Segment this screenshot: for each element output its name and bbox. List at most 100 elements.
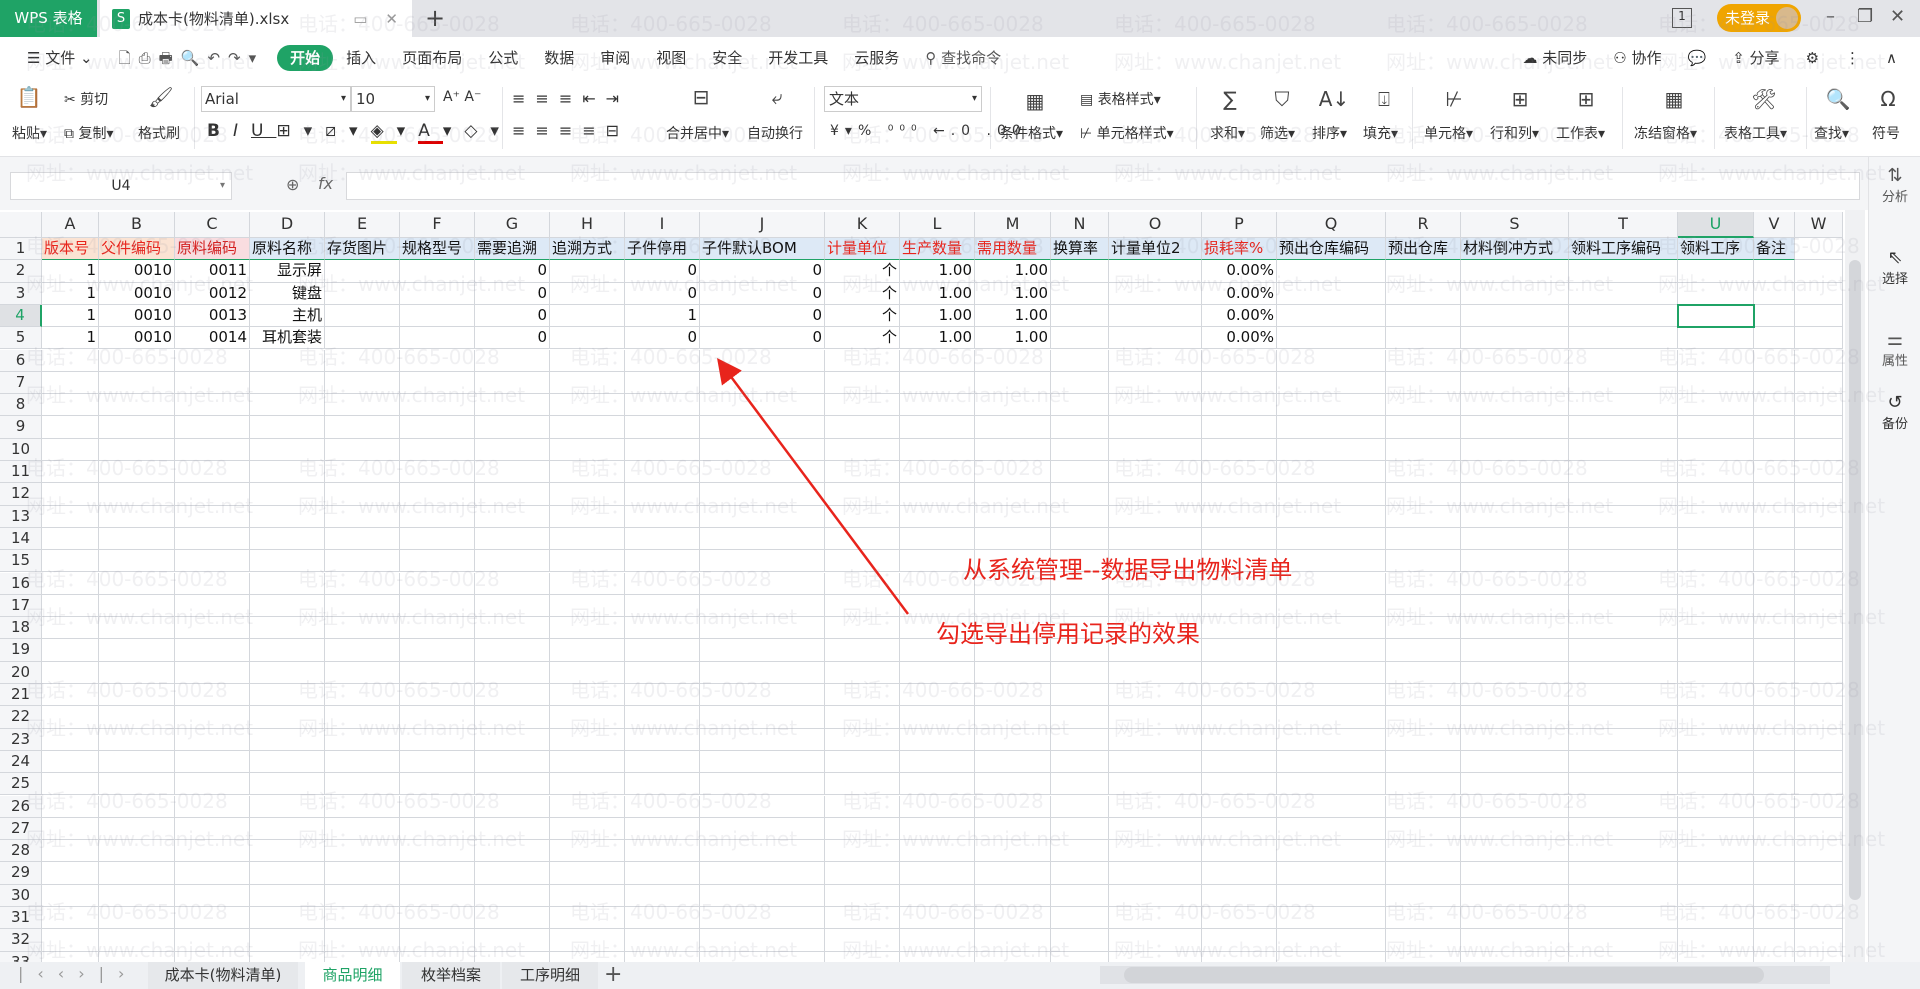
table-cell[interactable]: 1 — [42, 282, 99, 305]
row-header[interactable]: 33 — [0, 951, 42, 962]
empty-cell[interactable] — [475, 907, 550, 930]
empty-cell[interactable] — [550, 483, 625, 506]
empty-cell[interactable] — [900, 661, 975, 684]
column-header[interactable]: I — [625, 212, 700, 238]
empty-cell[interactable] — [900, 795, 975, 818]
table-cell[interactable]: 0.00% — [1202, 304, 1277, 328]
empty-cell[interactable] — [1754, 394, 1795, 417]
empty-cell[interactable] — [825, 773, 900, 796]
empty-cell[interactable] — [1678, 728, 1754, 751]
empty-cell[interactable] — [1109, 817, 1202, 841]
empty-cell[interactable] — [1795, 684, 1843, 707]
empty-cell[interactable] — [1277, 728, 1386, 751]
empty-cell[interactable] — [700, 438, 825, 461]
empty-cell[interactable] — [1795, 750, 1843, 774]
row-col-button[interactable]: 行和列▾ — [1490, 123, 1539, 143]
empty-cell[interactable] — [250, 862, 325, 885]
empty-cell[interactable] — [1051, 706, 1109, 729]
empty-cell[interactable] — [250, 371, 325, 395]
empty-cell[interactable] — [1051, 438, 1109, 461]
empty-cell[interactable] — [825, 617, 900, 640]
empty-cell[interactable] — [1754, 572, 1795, 595]
table-cell[interactable] — [1678, 260, 1754, 283]
empty-cell[interactable] — [475, 639, 550, 662]
header-cell[interactable]: 损耗率% — [1202, 238, 1277, 261]
empty-cell[interactable] — [1754, 416, 1795, 439]
empty-cell[interactable] — [1277, 773, 1386, 796]
empty-cell[interactable] — [1202, 773, 1277, 796]
empty-cell[interactable] — [900, 951, 975, 962]
row-header[interactable]: 2 — [0, 260, 42, 283]
empty-cell[interactable] — [42, 817, 99, 841]
empty-cell[interactable] — [900, 817, 975, 841]
row-header[interactable]: 4 — [0, 304, 42, 328]
column-header[interactable]: T — [1569, 212, 1678, 238]
header-cell[interactable]: 材料倒冲方式 — [1461, 238, 1569, 261]
empty-cell[interactable] — [250, 527, 325, 551]
empty-cell[interactable] — [1386, 795, 1461, 818]
header-cell[interactable]: 版本号 — [42, 238, 99, 261]
header-cell[interactable]: 预出仓库编码 — [1277, 238, 1386, 261]
empty-cell[interactable] — [1461, 483, 1569, 506]
empty-cell[interactable] — [175, 929, 250, 952]
empty-cell[interactable] — [1109, 840, 1202, 863]
empty-cell[interactable] — [1109, 438, 1202, 461]
empty-cell[interactable] — [825, 461, 900, 484]
sheet-tab[interactable]: 工序明细 — [502, 962, 598, 989]
wrap-text-button[interactable]: 自动换行 — [747, 123, 803, 143]
add-sheet-icon[interactable]: + — [604, 962, 622, 987]
file-menu[interactable]: ☰ 文件 ⌄ — [14, 45, 106, 71]
empty-cell[interactable] — [42, 572, 99, 595]
table-cell[interactable]: 耳机套装 — [250, 327, 325, 350]
empty-cell[interactable] — [900, 907, 975, 930]
empty-cell[interactable] — [1202, 505, 1277, 528]
wps-home-tab[interactable]: WPS 表格 — [0, 0, 97, 37]
table-cell[interactable] — [1795, 260, 1843, 283]
empty-cell[interactable] — [1277, 505, 1386, 528]
empty-cell[interactable] — [550, 394, 625, 417]
table-cell[interactable] — [1754, 260, 1795, 283]
empty-cell[interactable] — [99, 371, 175, 395]
empty-cell[interactable] — [1569, 884, 1678, 907]
table-cell[interactable] — [1386, 260, 1461, 283]
empty-cell[interactable] — [99, 661, 175, 684]
header-cell[interactable]: 领料工序编码 — [1569, 238, 1678, 261]
empty-cell[interactable] — [550, 750, 625, 774]
empty-cell[interactable] — [99, 617, 175, 640]
empty-cell[interactable] — [1461, 817, 1569, 841]
empty-cell[interactable] — [550, 639, 625, 662]
empty-cell[interactable] — [1051, 862, 1109, 885]
analysis-button[interactable]: ⇅ 分析 — [1869, 165, 1920, 205]
empty-cell[interactable] — [550, 349, 625, 372]
column-header[interactable]: A — [42, 212, 99, 238]
empty-cell[interactable] — [42, 527, 99, 551]
table-cell[interactable]: 1 — [42, 304, 99, 328]
empty-cell[interactable] — [42, 795, 99, 818]
row-header[interactable]: 30 — [0, 884, 42, 907]
empty-cell[interactable] — [400, 438, 475, 461]
empty-cell[interactable] — [1678, 349, 1754, 372]
empty-cell[interactable] — [1795, 661, 1843, 684]
worksheet-button[interactable]: 工作表▾ — [1556, 123, 1605, 143]
empty-cell[interactable] — [475, 862, 550, 885]
empty-cell[interactable] — [625, 438, 700, 461]
empty-cell[interactable] — [900, 750, 975, 774]
empty-cell[interactable] — [1678, 527, 1754, 551]
row-header[interactable]: 3 — [0, 282, 42, 305]
paste-button[interactable]: 粘贴▾ — [12, 123, 47, 143]
empty-cell[interactable] — [1461, 617, 1569, 640]
empty-cell[interactable] — [250, 594, 325, 618]
empty-cell[interactable] — [400, 617, 475, 640]
empty-cell[interactable] — [1051, 349, 1109, 372]
empty-cell[interactable] — [175, 817, 250, 841]
empty-cell[interactable] — [1277, 461, 1386, 484]
empty-cell[interactable] — [1202, 617, 1277, 640]
empty-cell[interactable] — [1202, 661, 1277, 684]
empty-cell[interactable] — [825, 840, 900, 863]
empty-cell[interactable] — [1569, 817, 1678, 841]
table-cell[interactable]: 显示屏 — [250, 260, 325, 283]
header-cell[interactable]: 需用数量 — [975, 238, 1051, 261]
empty-cell[interactable] — [1051, 929, 1109, 952]
empty-cell[interactable] — [1109, 795, 1202, 818]
empty-cell[interactable] — [700, 750, 825, 774]
